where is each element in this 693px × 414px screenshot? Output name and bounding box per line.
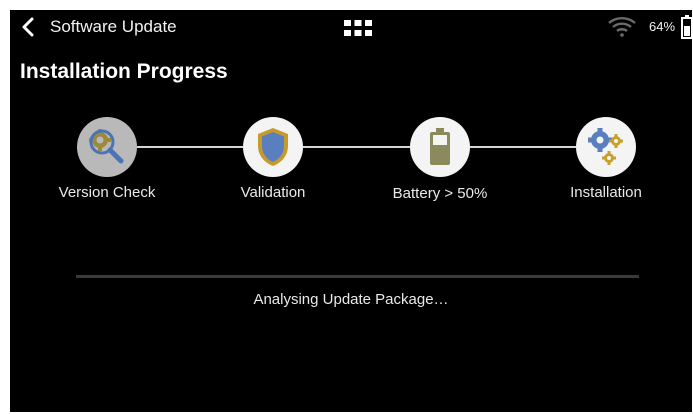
battery-icon (681, 15, 692, 39)
battery-percentage: 64% (649, 19, 676, 34)
top-bar: Software Update 64% (10, 10, 692, 44)
step-validation (243, 117, 303, 177)
step-label-installation: Installation (570, 184, 642, 201)
step-version-check (77, 117, 137, 177)
grid-menu-icon (344, 20, 372, 36)
step-battery (410, 117, 470, 177)
status-message: Analysing Update Package… (253, 291, 449, 308)
back-button[interactable] (14, 14, 42, 40)
apps-grid-button[interactable] (342, 17, 374, 39)
step-label-validation: Validation (240, 184, 306, 201)
step-label-version-check: Version Check (58, 184, 156, 201)
step-connector (137, 146, 243, 148)
app-title: Software Update (50, 17, 177, 36)
step-connector (470, 146, 576, 148)
magnifier-gear-icon (89, 129, 124, 164)
progress-bar (76, 275, 639, 278)
wifi-icon (608, 17, 636, 37)
shield-icon (258, 128, 288, 166)
gears-icon (588, 128, 623, 165)
update-screen: Software Update 64% Installation Progres… (10, 10, 692, 412)
page-title: Installation Progress (20, 60, 228, 83)
battery-level-icon (430, 128, 450, 165)
step-label-battery: Battery > 50% (392, 185, 488, 202)
step-connector (303, 146, 410, 148)
chevron-left-icon (22, 17, 34, 37)
step-installation (576, 117, 636, 177)
